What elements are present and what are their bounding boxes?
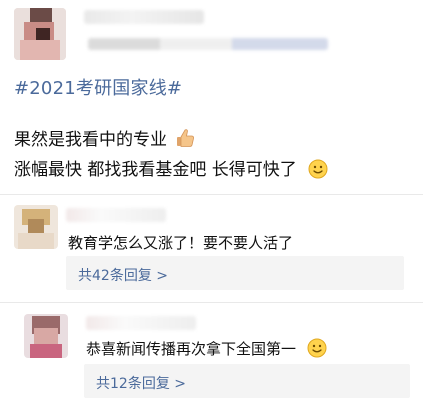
comment-1-reply-count-link[interactable]: 共42条回复 > xyxy=(78,265,168,285)
post-text-line-2-label: 涨幅最快 都找我看基金吧 长得可快了 xyxy=(14,160,297,180)
comment-2-replies[interactable]: 共12条回复 > xyxy=(84,364,410,398)
post-text-line-1-label: 果然是我看中的专业 xyxy=(14,130,167,150)
post-divider xyxy=(0,194,423,195)
comment-2-avatar[interactable] xyxy=(24,314,68,358)
smiling-face-icon xyxy=(307,338,327,358)
thumbs-up-icon xyxy=(177,129,195,147)
comment-2-text: 恭喜新闻传播再次拿下全国第一 xyxy=(86,338,327,359)
comment-2-text-label: 恭喜新闻传播再次拿下全国第一 xyxy=(86,340,297,358)
smiling-face-icon xyxy=(308,159,328,179)
comment-1-avatar[interactable] xyxy=(14,205,58,249)
post-text-line-2: 涨幅最快 都找我看基金吧 长得可快了 xyxy=(14,155,328,180)
post-text-line-1: 果然是我看中的专业 xyxy=(14,125,195,150)
comment-divider xyxy=(0,302,423,303)
post-author-name-blurred[interactable] xyxy=(84,10,204,24)
comment-1-author-blurred[interactable] xyxy=(66,208,166,222)
comment-2-author-blurred[interactable] xyxy=(86,316,196,330)
comment-2-reply-count-link[interactable]: 共12条回复 > xyxy=(96,373,186,393)
post-meta-blurred xyxy=(88,38,328,50)
comment-1-text: 教育学怎么又涨了！要不要人活了 xyxy=(68,234,294,252)
post-hashtag[interactable]: #2021考研国家线# xyxy=(14,74,182,100)
post-author-avatar[interactable] xyxy=(14,8,66,60)
comment-1-replies[interactable]: 共42条回复 > xyxy=(66,256,404,290)
